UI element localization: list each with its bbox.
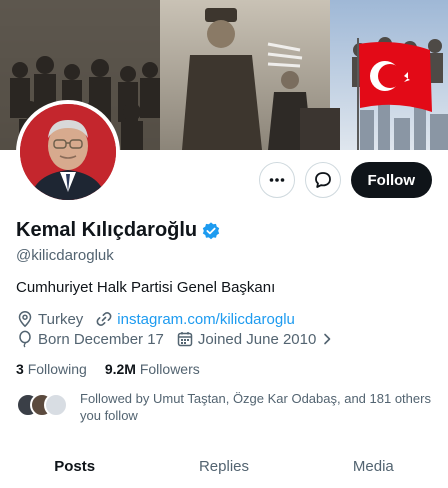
website-link[interactable]: instagram.com/kilicdaroglu: [117, 311, 295, 328]
more-options-button[interactable]: [258, 162, 295, 198]
verified-badge-icon[interactable]: [201, 221, 221, 241]
more-icon: [269, 178, 284, 182]
following-count: 3: [16, 361, 24, 377]
followers-count: 9.2M: [104, 361, 136, 377]
joined-text: Joined June 2010: [197, 330, 317, 348]
birthday-item: Born December 17: [16, 330, 164, 348]
message-icon: [314, 172, 331, 188]
joined-item[interactable]: Joined June 2010: [176, 330, 334, 348]
chevron-right-icon: [324, 333, 331, 345]
profile-avatar[interactable]: [16, 100, 120, 204]
tab-replies[interactable]: Replies: [149, 444, 298, 488]
following-stat[interactable]: 3 Following: [16, 361, 87, 377]
tab-media[interactable]: Media: [299, 444, 448, 488]
link-icon: [96, 312, 112, 326]
balloon-icon: [19, 330, 31, 348]
follow-button[interactable]: Follow: [350, 162, 432, 198]
followed-by-text: Followed by Umut Taştan, Özge Kar Odabaş…: [80, 391, 431, 423]
followed-by-section[interactable]: Followed by Umut Taştan, Özge Kar Odabaş…: [16, 390, 440, 424]
location-item: Turkey: [16, 310, 83, 328]
followers-label: Followers: [139, 361, 200, 377]
follower-avatars: [16, 393, 70, 421]
profile-bio: Cumhuriyet Halk Partisi Genel Başkanı: [16, 279, 276, 296]
avatar-portrait: [20, 104, 116, 200]
birthday-text: Born December 17: [38, 330, 164, 348]
location-pin-icon: [18, 311, 32, 328]
display-name: Kemal Kılıçdaroğlu: [16, 219, 198, 241]
following-label: Following: [27, 361, 87, 377]
followers-stat[interactable]: 9.2M Followers: [105, 361, 200, 377]
calendar-icon: [177, 332, 193, 347]
profile-handle: @kilicdarogluk: [16, 247, 114, 264]
message-button[interactable]: [304, 162, 341, 198]
tab-posts[interactable]: Posts: [0, 444, 149, 488]
follower-avatar: [44, 393, 68, 417]
website-item[interactable]: instagram.com/kilicdaroglu: [95, 310, 295, 328]
profile-tabs: Posts Replies Media: [0, 444, 448, 488]
location-text: Turkey: [38, 310, 84, 328]
